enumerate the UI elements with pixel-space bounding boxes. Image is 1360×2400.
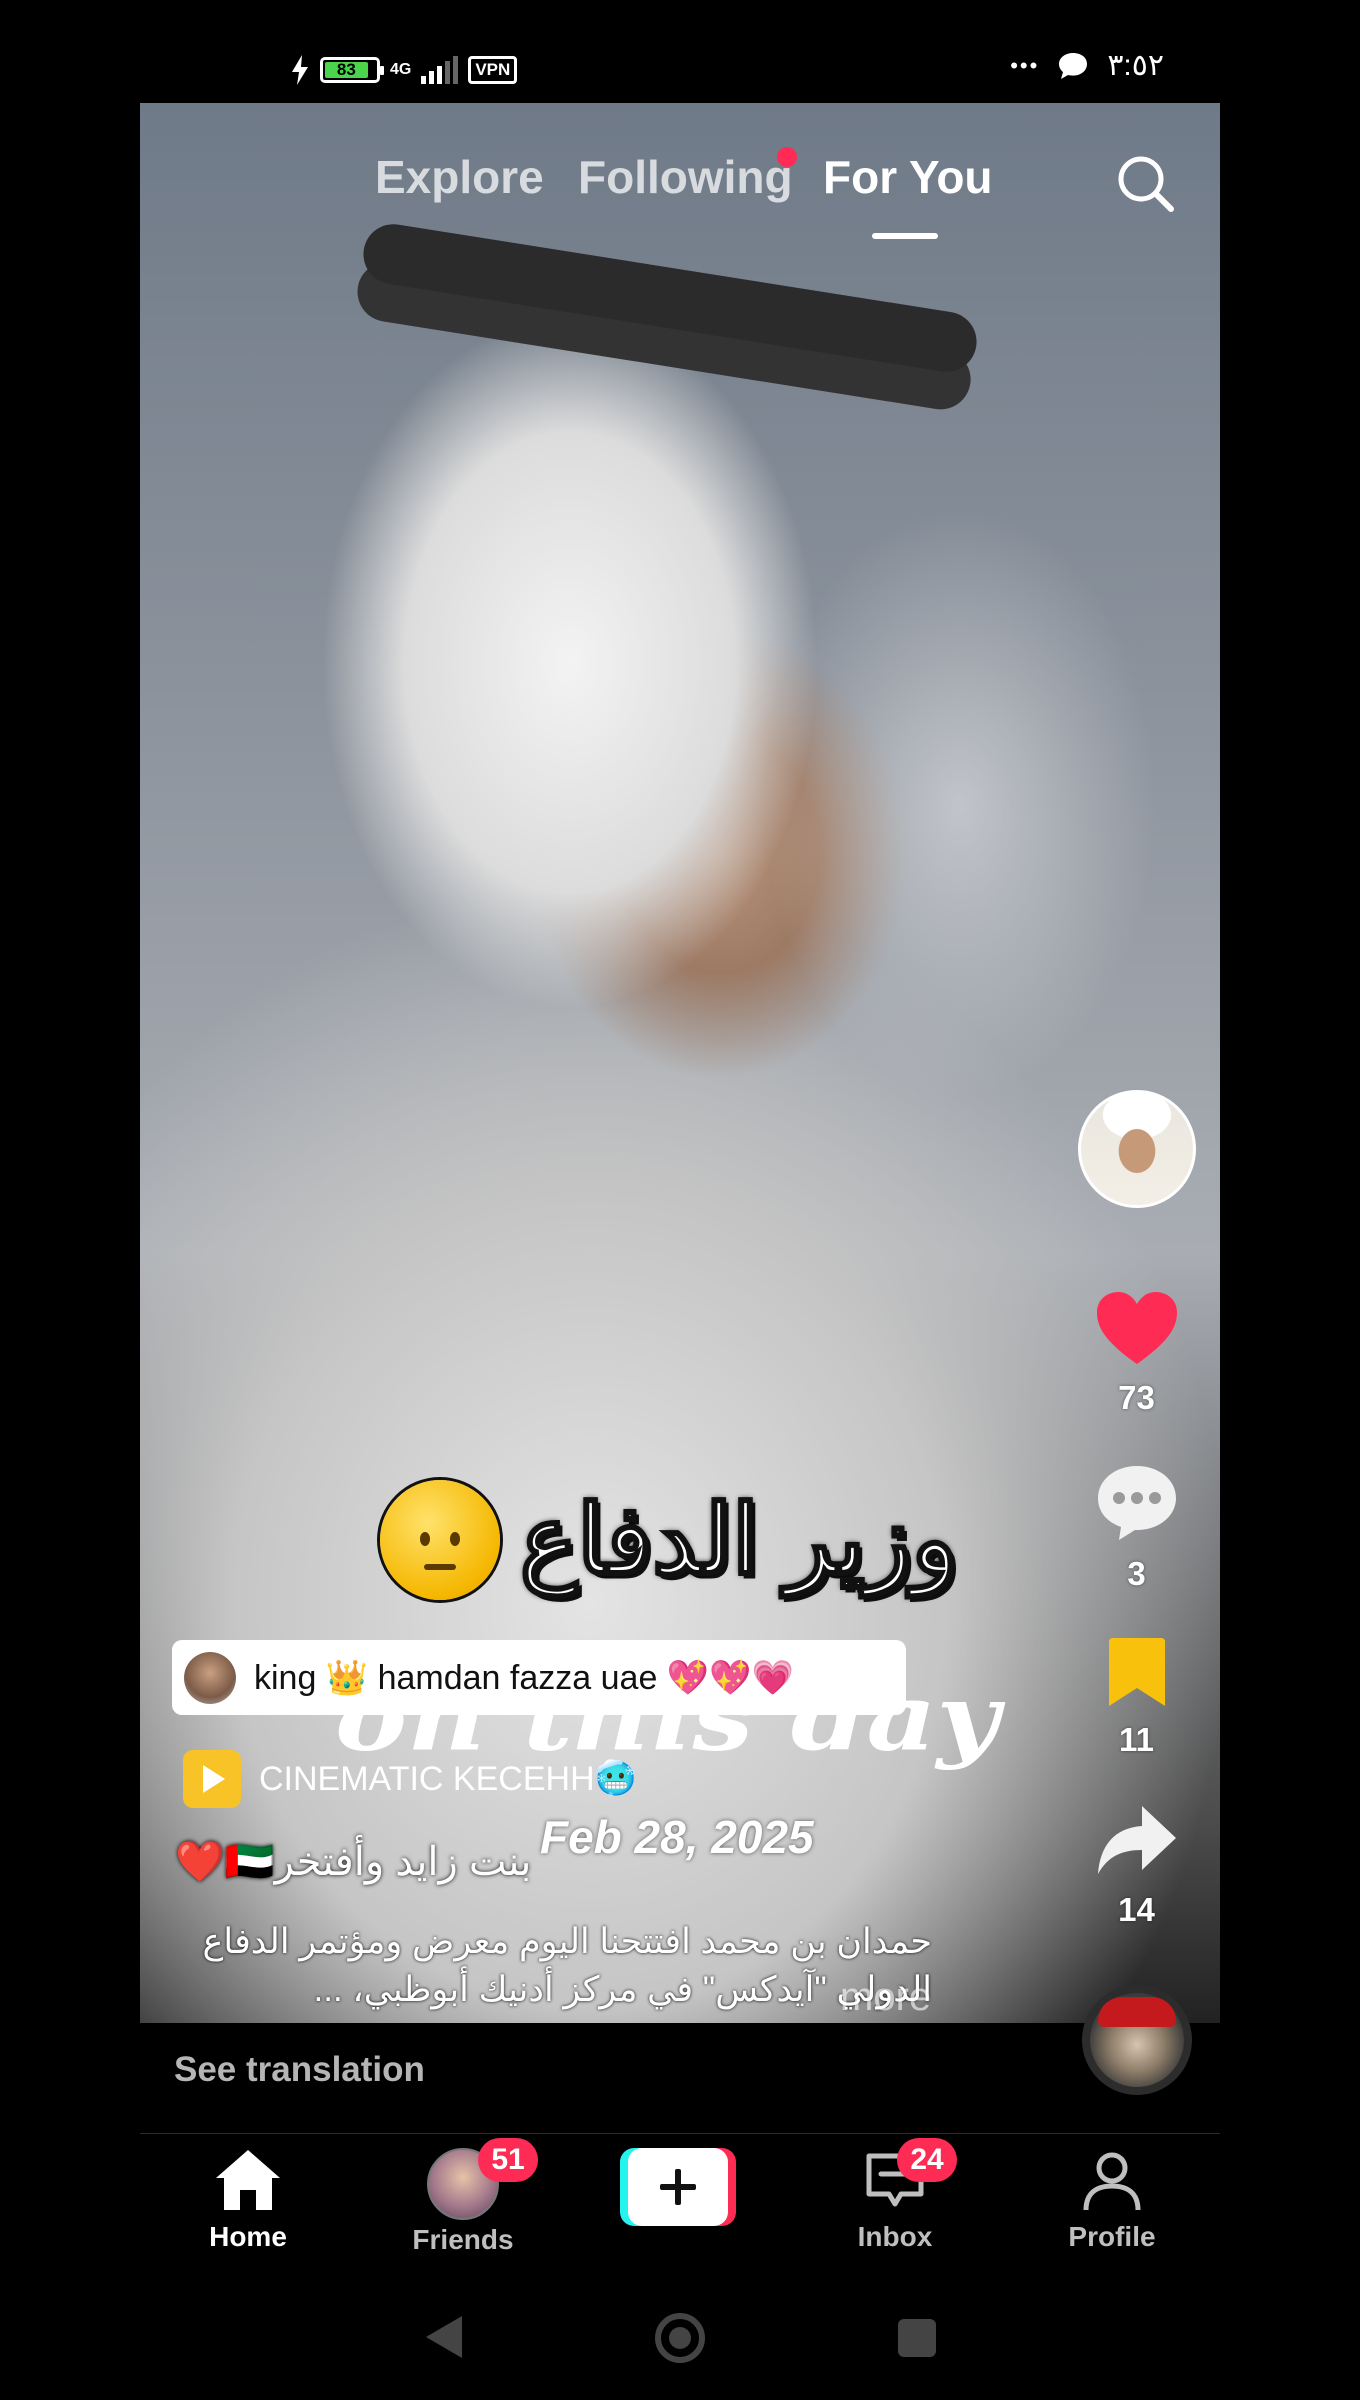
translation-bar: See translation: [140, 2023, 1220, 2134]
tab-home-label: Home: [209, 2221, 287, 2252]
comment-count: 3: [1127, 1555, 1146, 1592]
post-caption[interactable]: حمدان بن محمد افتتحنا اليوم معرض ومؤتمر …: [172, 1918, 932, 2014]
heart-icon: [1096, 1292, 1177, 1364]
like-button[interactable]: 73: [1074, 1290, 1199, 1417]
top-nav: Explore Following For You: [140, 147, 1220, 250]
share-arrow-icon: [1097, 1806, 1176, 1874]
battery-icon: 83: [320, 57, 384, 83]
mention-avatar: [184, 1651, 236, 1704]
comment-button[interactable]: 3: [1074, 1462, 1199, 1593]
share-button[interactable]: 14: [1074, 1802, 1199, 1929]
saluting-face-icon: [380, 1480, 500, 1600]
back-icon[interactable]: [420, 2312, 466, 2362]
more-notifications-icon: •••: [1010, 52, 1040, 78]
create-button[interactable]: [620, 2148, 736, 2226]
username[interactable]: بنت زايد وأفتخر🇦🇪❤️: [175, 1838, 531, 1885]
plus-icon: [660, 2169, 696, 2205]
tab-home[interactable]: Home: [173, 2148, 323, 2253]
network-type: 4G: [390, 61, 412, 78]
home-circle-icon[interactable]: [652, 2310, 708, 2366]
creator-avatar[interactable]: [1078, 1090, 1196, 1208]
memory-date: Feb 28, 2025: [540, 1811, 814, 1863]
clock: ٣:٥٢: [1107, 49, 1164, 82]
tab-explore[interactable]: Explore: [375, 150, 544, 204]
search-icon[interactable]: [1115, 153, 1175, 213]
recents-icon[interactable]: [896, 2317, 938, 2359]
tab-profile-label: Profile: [1068, 2221, 1156, 2252]
template-link[interactable]: CINEMATIC KECEHH🥶: [183, 1750, 637, 1808]
status-bar: 83 4G VPN ••• ٣:٥٢: [0, 0, 1360, 100]
tab-for-you[interactable]: For You: [823, 150, 993, 204]
save-count: 11: [1119, 1721, 1154, 1758]
battery-level: 83: [325, 60, 368, 79]
status-left: 83 4G VPN: [290, 50, 518, 90]
tab-profile[interactable]: Profile: [1037, 2148, 1187, 2253]
mention-text: king 👑 hamdan fazza uae 💖💖💗: [254, 1658, 794, 1697]
sound-disc[interactable]: [1082, 1985, 1192, 2095]
like-count: 73: [1118, 1379, 1155, 1416]
mention-pill[interactable]: king 👑 hamdan fazza uae 💖💖💗: [172, 1640, 906, 1715]
template-label: CINEMATIC KECEHH🥶: [259, 1760, 637, 1798]
status-right: ••• ٣:٥٢: [1010, 48, 1164, 83]
tab-inbox-label: Inbox: [857, 2221, 933, 2252]
chat-bubble-icon: [1059, 52, 1088, 79]
active-tab-indicator: [872, 233, 938, 239]
overlay-title-text: وزير الدفاع: [519, 1486, 960, 1596]
tab-following[interactable]: Following: [578, 150, 793, 204]
video-overlay-title: وزير الدفاع: [380, 1480, 960, 1600]
home-icon: [216, 2150, 280, 2210]
vpn-icon: VPN: [468, 56, 518, 84]
inbox-badge: 24: [897, 2138, 957, 2182]
bottom-nav: Home 51 Friends 24 Inbox Profile: [140, 2134, 1220, 2274]
tab-inbox[interactable]: 24 Inbox: [820, 2138, 970, 2253]
comment-icon: [1097, 1466, 1176, 1540]
bookmark-icon: [1108, 1638, 1165, 1706]
tab-friends[interactable]: 51 Friends: [388, 2138, 538, 2256]
system-nav-bar: [0, 2274, 1360, 2400]
friends-badge: 51: [478, 2138, 538, 2182]
share-count: 14: [1118, 1891, 1155, 1928]
capcut-icon: [183, 1750, 241, 1808]
charging-icon: [292, 55, 308, 85]
see-translation-button[interactable]: See translation: [174, 2050, 425, 2090]
signal-icon: [421, 56, 459, 84]
following-notification-dot: [777, 147, 797, 167]
tab-friends-label: Friends: [412, 2224, 514, 2255]
more-link[interactable]: more: [840, 1975, 931, 2020]
save-button[interactable]: 11: [1074, 1638, 1199, 1759]
profile-icon: [1083, 2152, 1141, 2211]
